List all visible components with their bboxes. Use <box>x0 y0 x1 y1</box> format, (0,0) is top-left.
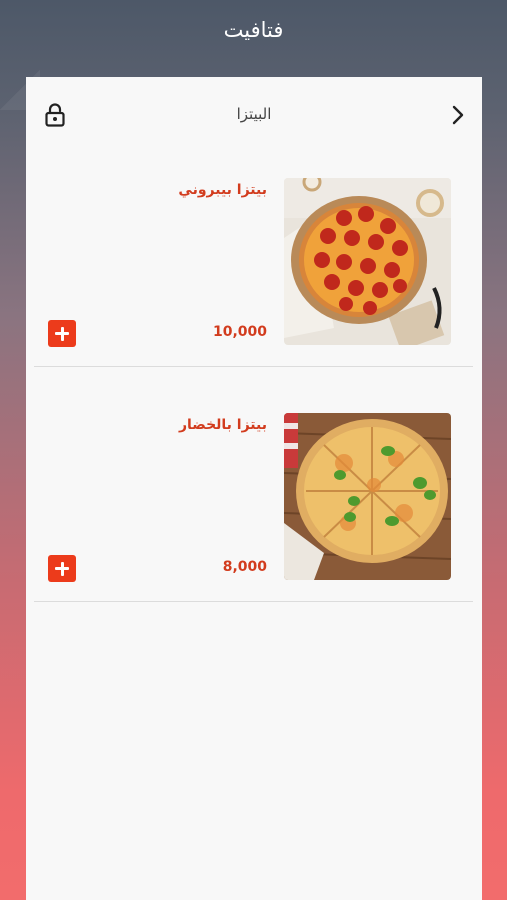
vegetable-pizza-photo <box>284 413 451 580</box>
menu-item-vegetable[interactable]: بيتزا بالخضار 8,000 <box>34 413 473 582</box>
app-title: فتافيت <box>223 18 284 42</box>
menu-panel: البيتزا بيتزا بيبروني 10,000 بيتزا بالخض… <box>26 77 482 900</box>
divider <box>34 366 473 367</box>
add-to-cart-button[interactable] <box>48 555 76 582</box>
add-to-cart-button[interactable] <box>48 320 76 347</box>
category-title: البيتزا <box>236 105 272 123</box>
item-name: بيتزا بيبروني <box>178 182 267 198</box>
menu-item-pepperoni[interactable]: بيتزا بيبروني 10,000 <box>34 178 473 347</box>
divider <box>34 601 473 602</box>
item-price: 10,000 <box>212 324 267 340</box>
pepperoni-pizza-photo <box>284 178 451 345</box>
item-price: 8,000 <box>222 559 267 575</box>
item-name: بيتزا بالخضار <box>178 417 267 433</box>
category-header: البيتزا <box>26 77 482 153</box>
chevron-right-icon[interactable] <box>450 104 466 126</box>
